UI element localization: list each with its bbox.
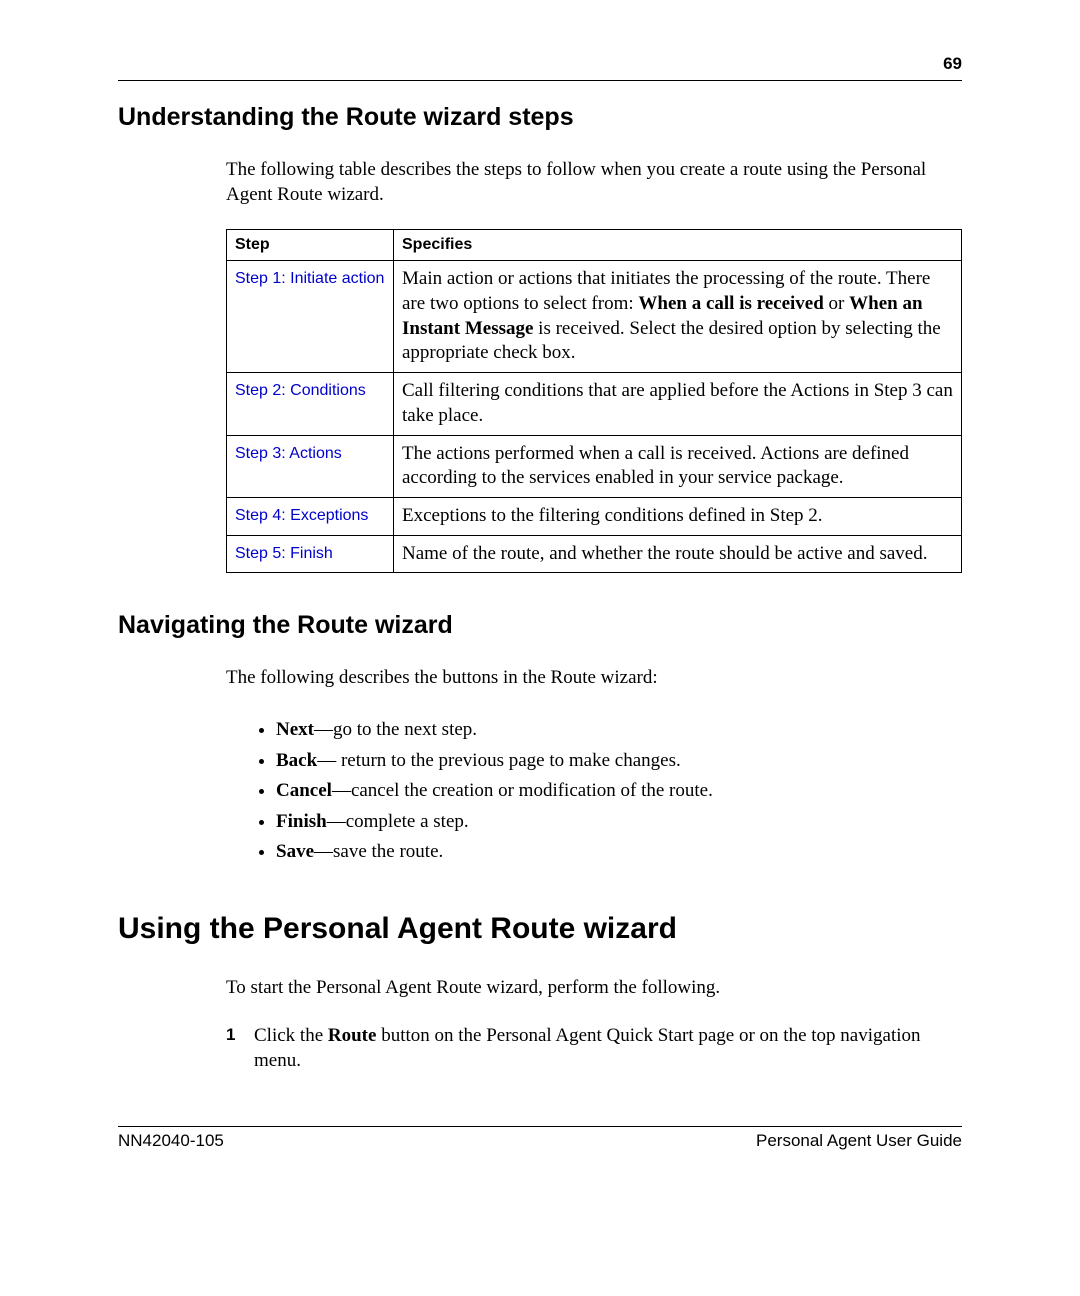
page-number: 69: [118, 54, 962, 74]
th-step: Step: [227, 230, 394, 261]
step-spec: Main action or actions that initiates th…: [394, 261, 962, 373]
section-heading-navigating: Navigating the Route wizard: [118, 611, 962, 640]
top-rule: [118, 80, 962, 81]
table-row: Step 5: Finish Name of the route, and wh…: [227, 535, 962, 573]
list-item: Back— return to the previous page to mak…: [276, 748, 962, 775]
step-spec: Name of the route, and whether the route…: [394, 535, 962, 573]
step-link[interactable]: Step 4: Exceptions: [235, 507, 368, 524]
section1-intro: The following table describes the steps …: [226, 158, 962, 207]
numbered-step: 1 Click the Route button on the Personal…: [226, 1023, 962, 1074]
section2-intro: The following describes the buttons in t…: [226, 666, 962, 691]
section-heading-using: Using the Personal Agent Route wizard: [118, 912, 962, 946]
table-row: Step 2: Conditions Call filtering condit…: [227, 373, 962, 435]
list-item: Next—go to the next step.: [276, 717, 962, 744]
list-item: Finish—complete a step.: [276, 809, 962, 836]
th-spec: Specifies: [394, 230, 962, 261]
step-number: 1: [226, 1023, 254, 1045]
step-spec: The actions performed when a call is rec…: [394, 435, 962, 497]
table-row: Step 3: Actions The actions performed wh…: [227, 435, 962, 497]
steps-table: Step Specifies Step 1: Initiate action M…: [226, 229, 962, 573]
step-link[interactable]: Step 5: Finish: [235, 545, 333, 562]
table-row: Step 1: Initiate action Main action or a…: [227, 261, 962, 373]
section3-intro: To start the Personal Agent Route wizard…: [226, 976, 962, 1001]
section-heading-understanding: Understanding the Route wizard steps: [118, 103, 962, 132]
list-item: Save—save the route.: [276, 839, 962, 866]
step-link[interactable]: Step 1: Initiate action: [235, 270, 384, 287]
table-row: Step 4: Exceptions Exceptions to the fil…: [227, 497, 962, 535]
numbered-steps: 1 Click the Route button on the Personal…: [226, 1023, 962, 1074]
footer-rule: [118, 1126, 962, 1127]
step-link[interactable]: Step 2: Conditions: [235, 382, 366, 399]
step-text: Click the Route button on the Personal A…: [254, 1023, 962, 1074]
footer-doc-id: NN42040-105: [118, 1131, 224, 1151]
list-item: Cancel—cancel the creation or modificati…: [276, 778, 962, 805]
step-spec: Exceptions to the filtering conditions d…: [394, 497, 962, 535]
step-link[interactable]: Step 3: Actions: [235, 445, 342, 462]
footer-doc-title: Personal Agent User Guide: [756, 1131, 962, 1151]
footer: NN42040-105 Personal Agent User Guide: [118, 1126, 962, 1151]
buttons-list: Next—go to the next step. Back— return t…: [226, 717, 962, 866]
step-spec: Call filtering conditions that are appli…: [394, 373, 962, 435]
